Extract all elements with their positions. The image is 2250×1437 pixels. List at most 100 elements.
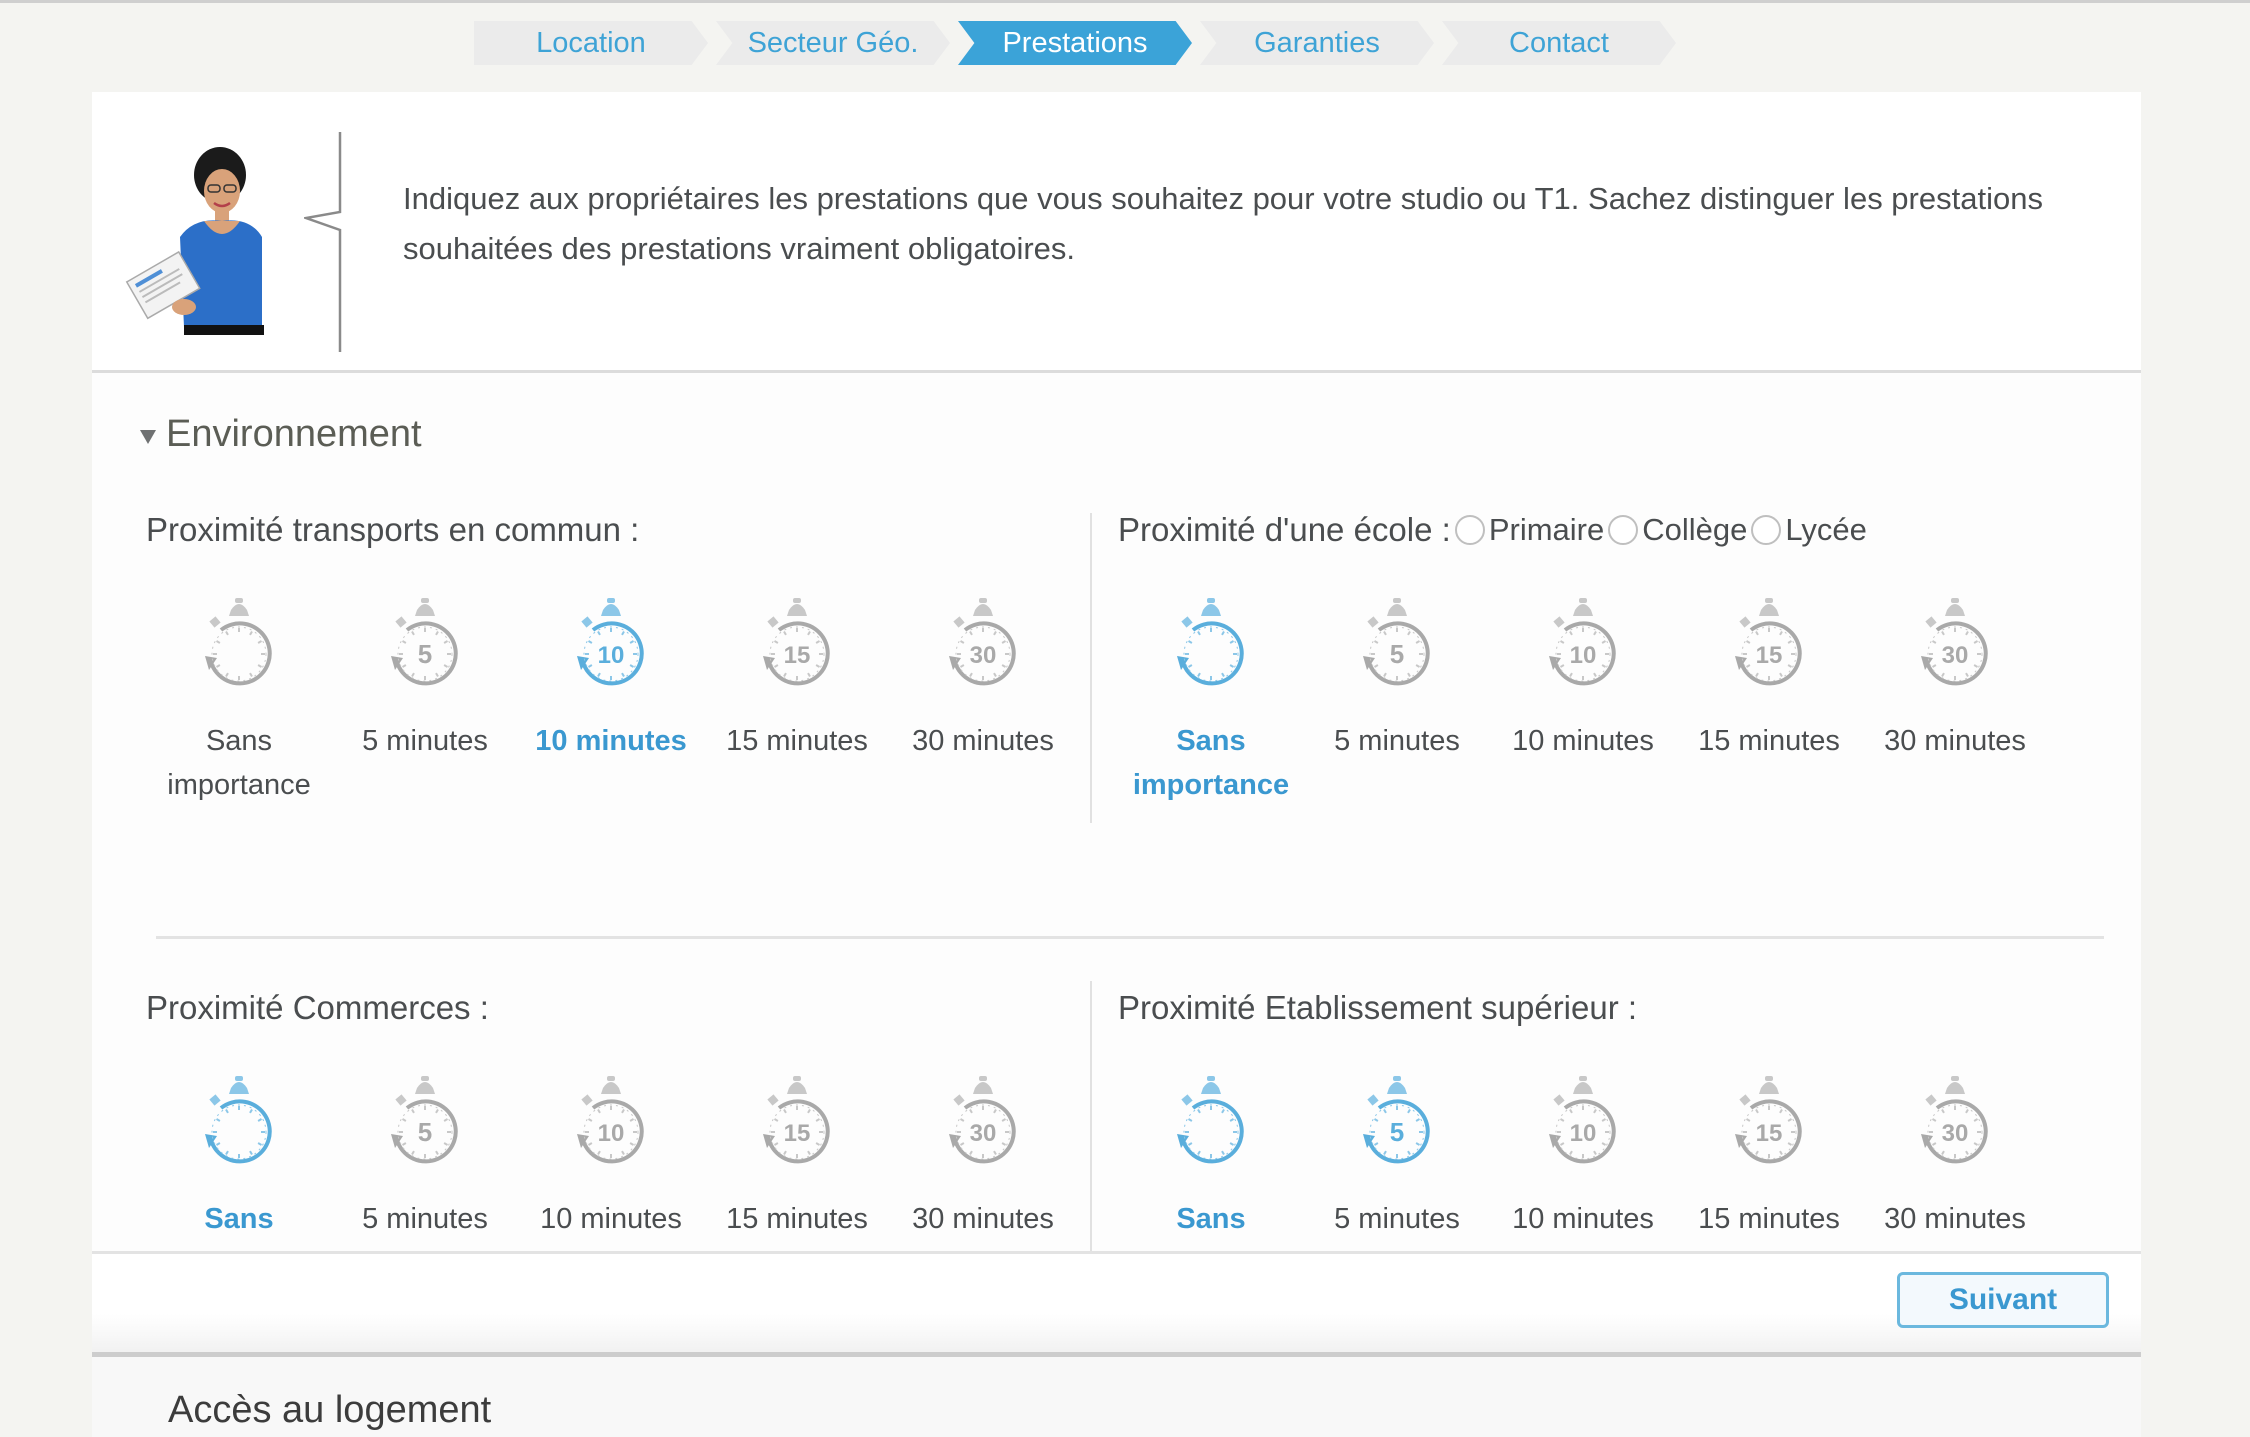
radio-label: Lycée (1785, 512, 1867, 547)
group-transports: Proximité transports en commun : Sans im… (146, 511, 1096, 801)
time-option-label: 5 minutes (1334, 1203, 1460, 1235)
time-option-label: 30 minutes (1884, 1203, 2026, 1235)
radio-circle[interactable] (1751, 515, 1782, 545)
stopwatch-icon: 5 (383, 1074, 467, 1179)
stopwatch-icon: 5 (1355, 596, 1439, 701)
time-option[interactable]: 15 15 minutes (1676, 596, 1862, 807)
progress-stepper: Location Secteur Géo. Prestations Garant… (474, 21, 1684, 65)
svg-text:10: 10 (1570, 642, 1597, 669)
stopwatch-icon (1169, 1074, 1253, 1179)
stopwatch-icon: 30 (1913, 596, 1997, 701)
svg-text:30: 30 (1942, 642, 1969, 669)
intro-text: Indiquez aux propriétaires les prestatio… (403, 181, 2043, 266)
step-secteur-geo[interactable]: Secteur Géo. (716, 21, 950, 65)
step-label: Prestations (1002, 26, 1148, 59)
time-option-label: 15 minutes (726, 1203, 868, 1235)
svg-text:15: 15 (784, 1120, 811, 1147)
step-label: Contact (1509, 26, 1609, 59)
group-ecole: Proximité d'une école : Primaire Collège… (1118, 511, 2068, 801)
stopwatch-icon: 15 (755, 1074, 839, 1179)
next-button[interactable]: Suivant (1897, 1272, 2109, 1328)
step-prestations[interactable]: Prestations (958, 21, 1192, 65)
time-option-label: 10 minutes (1512, 1203, 1654, 1235)
time-option[interactable]: Sans importance (1118, 596, 1304, 807)
speech-bracket-icon (304, 132, 342, 352)
radio-primaire[interactable]: Primaire (1454, 512, 1605, 548)
time-option-label: 10 minutes (540, 1203, 682, 1235)
time-option[interactable]: 15 15 minutes (704, 596, 890, 807)
time-option[interactable]: 30 30 minutes (1862, 596, 2048, 807)
row-divider (156, 936, 2104, 939)
group-title: Proximité d'une école : (1118, 511, 1451, 548)
time-option[interactable]: Sans importance (146, 596, 332, 807)
svg-text:5: 5 (1390, 639, 1404, 669)
svg-text:10: 10 (598, 642, 625, 669)
stopwatch-icon: 5 (1355, 1074, 1439, 1179)
form-footer: Suivant (92, 1251, 2141, 1354)
group-title: Proximité transports en commun : (146, 511, 640, 548)
svg-text:5: 5 (418, 639, 432, 669)
intro-box: Indiquez aux propriétaires les prestatio… (92, 92, 2141, 373)
stopwatch-icon (1169, 596, 1253, 701)
radio-lycee[interactable]: Lycée (1751, 512, 1867, 548)
time-options: Sans importance 5 5 minutes 10 10 minute… (146, 596, 1076, 807)
time-option[interactable]: 10 10 minutes (518, 596, 704, 807)
radio-label: Primaire (1488, 512, 1605, 547)
radio-college[interactable]: Collège (1608, 512, 1747, 548)
section-toggle-acces-logement[interactable]: Accès au logement (168, 1389, 491, 1432)
group-title-row: Proximité d'une école : Primaire Collège… (1118, 511, 2068, 549)
step-label: Secteur Géo. (747, 26, 919, 59)
time-options: Sans importance 5 5 minutes 10 10 minute… (1118, 596, 2048, 807)
time-option[interactable]: 5 5 minutes (1304, 596, 1490, 807)
stopwatch-icon: 30 (941, 596, 1025, 701)
stopwatch-icon: 15 (1727, 596, 1811, 701)
radio-circle[interactable] (1608, 515, 1639, 545)
next-section-panel: Accès au logement (92, 1352, 2141, 1437)
svg-text:30: 30 (1942, 1120, 1969, 1147)
section-title: Environnement (166, 413, 422, 455)
svg-text:5: 5 (1390, 1117, 1404, 1147)
step-label: Location (536, 26, 646, 59)
time-option[interactable]: 5 5 minutes (332, 596, 518, 807)
time-option-label: 30 minutes (912, 725, 1054, 757)
svg-text:15: 15 (784, 642, 811, 669)
step-garanties[interactable]: Garanties (1200, 21, 1434, 65)
stopwatch-icon: 15 (1727, 1074, 1811, 1179)
form-panel: Indiquez aux propriétaires les prestatio… (92, 92, 2141, 1354)
stopwatch-icon: 15 (755, 596, 839, 701)
radio-circle[interactable] (1454, 515, 1485, 545)
environment-section: Environnement Proximité transports en co… (92, 373, 2141, 1291)
stopwatch-icon: 10 (569, 596, 653, 701)
time-option-label: 10 minutes (1512, 725, 1654, 757)
time-option[interactable]: 30 30 minutes (890, 596, 1076, 807)
time-option-label: 30 minutes (1884, 725, 2026, 757)
time-option-label: 15 minutes (1698, 725, 1840, 757)
stopwatch-icon: 30 (941, 1074, 1025, 1179)
stopwatch-icon: 10 (1541, 1074, 1625, 1179)
group-title: Proximité Commerces : (146, 989, 489, 1026)
stopwatch-icon (197, 1074, 281, 1179)
time-option-label: 30 minutes (912, 1203, 1054, 1235)
step-location[interactable]: Location (474, 21, 708, 65)
time-option-label: 15 minutes (726, 725, 868, 757)
group-commerces: Proximité Commerces : Sans importance 5 … (146, 989, 1096, 1279)
time-option-label: Sans importance (167, 725, 311, 801)
step-contact[interactable]: Contact (1442, 21, 1676, 65)
svg-text:15: 15 (1756, 1120, 1783, 1147)
svg-text:15: 15 (1756, 642, 1783, 669)
time-option[interactable]: 10 10 minutes (1490, 596, 1676, 807)
time-option-label: Sans importance (1132, 725, 1290, 801)
svg-text:30: 30 (970, 642, 997, 669)
stopwatch-icon (197, 596, 281, 701)
stopwatch-icon: 5 (383, 596, 467, 701)
assistant-avatar-icon (125, 147, 264, 335)
svg-text:10: 10 (1570, 1120, 1597, 1147)
step-label: Garanties (1254, 26, 1380, 59)
svg-text:30: 30 (970, 1120, 997, 1147)
collapse-triangle-icon (140, 429, 156, 444)
column-divider (1090, 513, 1092, 823)
time-option-label: 10 minutes (535, 725, 687, 757)
radio-label: Collège (1642, 512, 1748, 547)
time-option-label: 5 minutes (362, 1203, 488, 1235)
section-toggle-environnement[interactable]: Environnement (140, 413, 422, 456)
